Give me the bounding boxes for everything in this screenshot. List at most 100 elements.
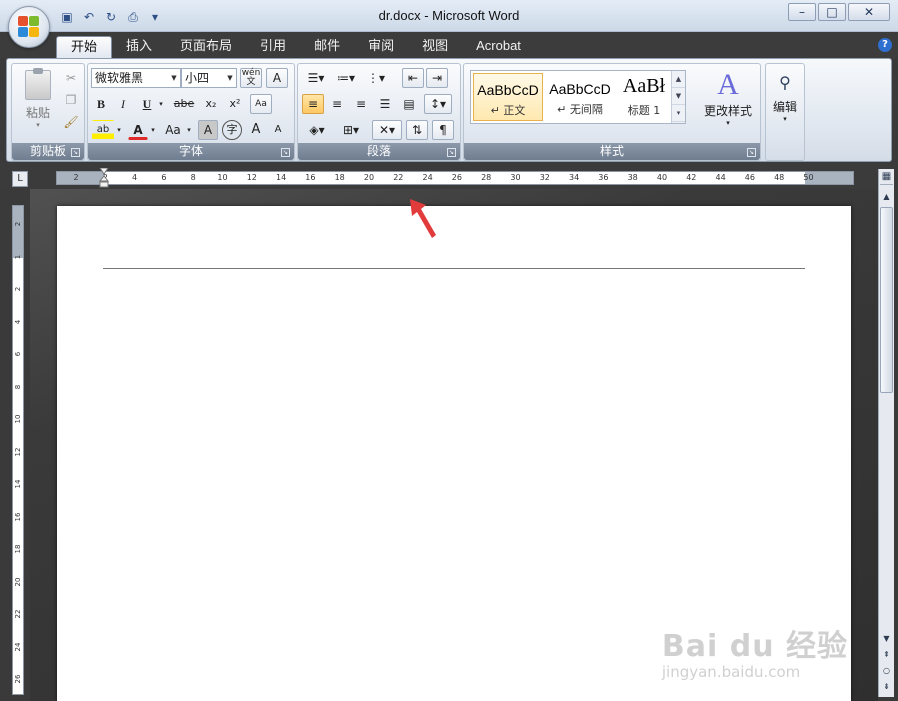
phonetic-guide-button[interactable]: wén 文 [240, 68, 262, 88]
show-marks-icon[interactable]: ¶ [432, 120, 454, 140]
increase-indent-icon[interactable]: ⇥ [426, 68, 448, 88]
font-color-button[interactable]: A [128, 120, 148, 140]
underline-dropdown-icon[interactable]: ▾ [156, 94, 166, 114]
change-styles-button[interactable]: A 更改样式 ▾ [700, 68, 756, 138]
previous-page-icon[interactable]: ⇞ [880, 647, 893, 663]
minimize-button[interactable]: – [788, 3, 816, 21]
font-size-combo[interactable]: 小四 ▼ [181, 68, 237, 88]
ribbon-tabs: 开始 插入 页面布局 引用 邮件 审阅 视图 Acrobat [56, 36, 535, 58]
font-name-combo[interactable]: 微软雅黑 ▼ [91, 68, 181, 88]
line-spacing-icon[interactable]: ↕▾ [424, 94, 452, 114]
tab-view[interactable]: 视图 [408, 36, 462, 58]
chevron-up-icon[interactable]: ▲ [672, 71, 685, 88]
vertical-ruler-tick-label: 14 [14, 479, 22, 489]
enclose-char-button[interactable]: 字 [222, 120, 242, 140]
cut-icon[interactable]: ✂ [62, 68, 80, 88]
styles-launcher-icon[interactable]: ↘ [747, 148, 756, 157]
format-painter-icon[interactable]: 🖌 [62, 112, 80, 132]
office-button[interactable] [8, 6, 50, 48]
sort-icon[interactable]: ⇅ [406, 120, 428, 140]
asian-layout-icon[interactable]: ✕▾ [372, 120, 402, 140]
font-group: 微软雅黑 ▼ 小四 ▼ wén 文 A B I U ▾ abe x₂ x² Aa … [87, 63, 295, 161]
select-browse-object-icon[interactable]: ○ [880, 663, 893, 679]
window-title: dr.docx - Microsoft Word [378, 8, 520, 23]
align-left-icon[interactable]: ≡ [302, 94, 324, 114]
align-right-icon[interactable]: ≡ [350, 94, 372, 114]
ruler-tick-label: 16 [305, 173, 316, 182]
bullets-icon[interactable]: ☰▾ [302, 68, 330, 88]
ruler-tick-label: 30 [510, 173, 521, 182]
ruler-tick-label: 18 [334, 173, 345, 182]
left-margin-shade [57, 172, 105, 184]
shading-icon[interactable]: ◈▾ [302, 120, 332, 140]
change-case-button[interactable]: Aa [162, 120, 184, 140]
highlight-button[interactable]: ab [92, 120, 114, 140]
scroll-up-icon[interactable]: ▲ [880, 189, 893, 205]
close-button[interactable]: ✕ [848, 3, 890, 21]
justify-icon[interactable]: ☰ [374, 94, 396, 114]
editing-button[interactable]: ⚲ 编辑 ▾ [768, 68, 802, 138]
vertical-ruler[interactable]: 2 1 2 4 6 8 10 12 14 16 18 20 22 24 26 [12, 205, 24, 695]
ruler-tick-label: 2 [73, 173, 79, 182]
highlight-dropdown-icon[interactable]: ▾ [114, 120, 124, 140]
baidu-jingyan-watermark: Bai du 经验 jingyan.baidu.com [661, 629, 848, 681]
style-heading-1[interactable]: AaBł 标题 1 [617, 73, 671, 121]
font-size-value: 小四 [185, 71, 210, 85]
vertical-ruler-tick-label: 4 [14, 319, 22, 324]
align-center-icon[interactable]: ≡ [326, 94, 348, 114]
help-icon[interactable]: ? [878, 38, 892, 52]
vertical-scrollbar[interactable]: ▦ ▲ ▼ ⇞ ○ ⇟ [878, 169, 894, 697]
tab-acrobat[interactable]: Acrobat [462, 36, 535, 58]
decrease-indent-icon[interactable]: ⇤ [402, 68, 424, 88]
change-case-dropdown-icon[interactable]: ▾ [184, 120, 194, 140]
clear-format-button[interactable]: Aa [250, 94, 272, 114]
ruler-tick-label: 40 [656, 173, 668, 182]
chevron-down-icon[interactable]: ▼ [672, 88, 685, 105]
style-normal[interactable]: AaBbCcD ↵ 正文 [473, 73, 543, 121]
tab-home[interactable]: 开始 [56, 36, 113, 58]
font-launcher-icon[interactable]: ↘ [281, 148, 290, 157]
clipboard-launcher-icon[interactable]: ↘ [71, 148, 80, 157]
multilevel-list-icon[interactable]: ⋮▾ [362, 68, 390, 88]
horizontal-ruler[interactable]: 2246810121416182022242628303234363840424… [56, 171, 854, 185]
superscript-button[interactable]: x² [224, 94, 246, 114]
vertical-ruler-tick-label: 22 [14, 609, 22, 619]
char-shading-button[interactable]: A [198, 120, 218, 140]
tab-references[interactable]: 引用 [246, 36, 300, 58]
more-styles-icon[interactable]: ▾ [672, 105, 685, 122]
paste-icon [25, 68, 51, 100]
binoculars-icon: ⚲ [779, 73, 791, 92]
next-page-icon[interactable]: ⇟ [880, 679, 893, 695]
maximize-button[interactable]: □ [818, 3, 846, 21]
copy-icon[interactable]: ❐ [62, 90, 80, 110]
subscript-button[interactable]: x₂ [200, 94, 222, 114]
borders-icon[interactable]: ⊞▾ [336, 120, 366, 140]
paste-label: 粘贴 [25, 106, 50, 120]
scroll-down-icon[interactable]: ▼ [880, 631, 893, 647]
style-gallery-scroll[interactable]: ▲ ▼ ▾ [671, 71, 685, 123]
grow-font-button[interactable]: A [246, 120, 266, 140]
scrollbar-thumb[interactable] [880, 207, 893, 393]
tab-review[interactable]: 审阅 [354, 36, 408, 58]
ruler-tick-label: 6 [161, 173, 167, 182]
char-border-button[interactable]: A [266, 68, 288, 88]
numbering-icon[interactable]: ≔▾ [332, 68, 360, 88]
ruler-tick-label: 22 [393, 173, 404, 182]
italic-button[interactable]: I [114, 94, 132, 114]
font-color-dropdown-icon[interactable]: ▾ [148, 120, 158, 140]
tab-selector-icon[interactable]: L [12, 171, 28, 187]
strikethrough-button[interactable]: abe [172, 94, 196, 114]
bold-button[interactable]: B [92, 94, 110, 114]
distribute-icon[interactable]: ▤ [398, 94, 420, 114]
tab-insert[interactable]: 插入 [112, 36, 166, 58]
shrink-font-button[interactable]: A [268, 120, 288, 140]
indent-marker-icon[interactable] [99, 168, 109, 188]
tab-page-layout[interactable]: 页面布局 [166, 36, 246, 58]
style-no-spacing[interactable]: AaBbCcD ↵ 无间隔 [545, 73, 615, 121]
view-ruler-icon[interactable]: ▦ [880, 169, 893, 185]
tab-mailings[interactable]: 邮件 [300, 36, 354, 58]
underline-button[interactable]: U [138, 94, 156, 114]
paragraph-launcher-icon[interactable]: ↘ [447, 148, 456, 157]
ruler-tick-label: 44 [715, 173, 726, 182]
paste-button[interactable]: 粘贴 ▾ [20, 68, 56, 138]
